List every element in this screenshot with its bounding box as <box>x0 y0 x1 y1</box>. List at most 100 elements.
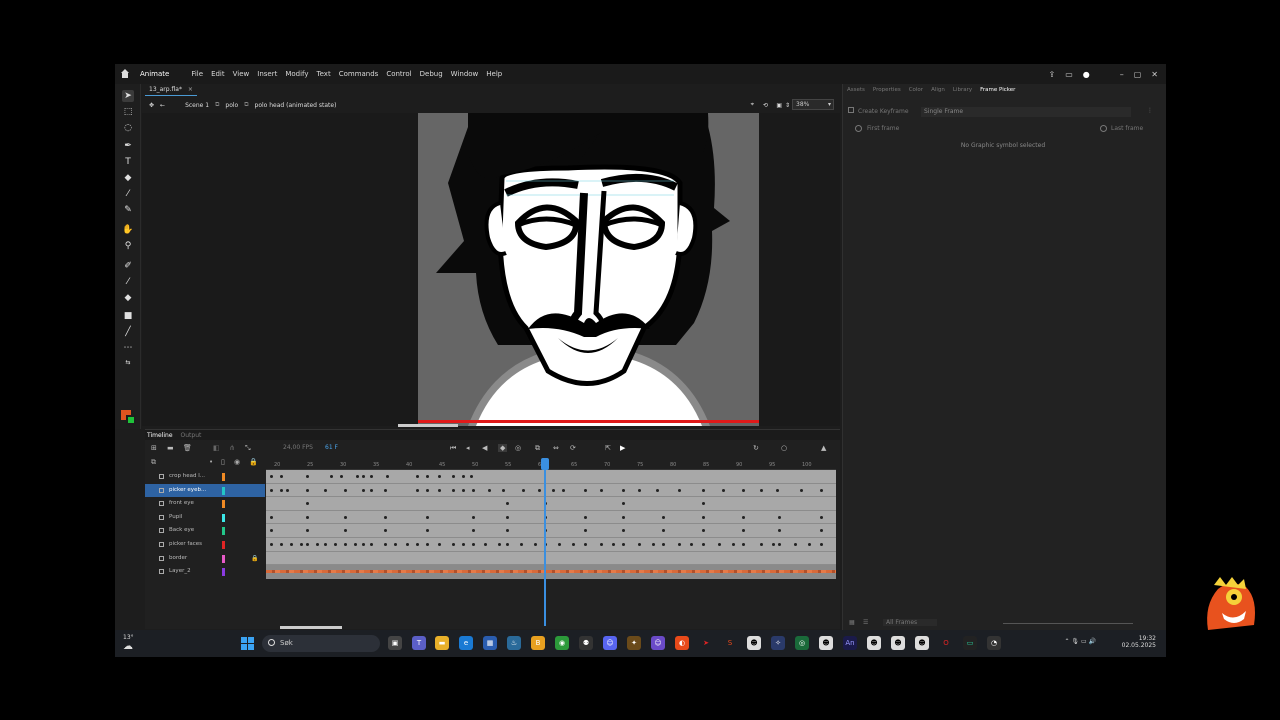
keyframe[interactable] <box>552 488 555 492</box>
parenting-icon[interactable]: ⋔ <box>229 444 235 452</box>
first-frame-radio[interactable] <box>855 125 862 132</box>
new-folder-icon[interactable]: ▬ <box>167 444 174 452</box>
layer-track[interactable] <box>266 470 836 484</box>
timeline-scrollbar[interactable] <box>280 626 342 629</box>
tab-assets[interactable]: Assets <box>847 87 865 93</box>
eyedropper-icon[interactable]: ⁄ <box>122 188 134 200</box>
keyframe[interactable] <box>362 488 365 492</box>
breadcrumb-scene[interactable]: Scene 1 <box>185 102 209 109</box>
keyframe[interactable] <box>538 488 541 492</box>
keyframe[interactable] <box>638 543 641 546</box>
keyframe[interactable] <box>462 488 465 492</box>
keyframe[interactable] <box>290 543 293 546</box>
paint-bucket-icon[interactable]: ◆ <box>122 172 134 184</box>
collapse-icon[interactable]: ▲ <box>821 444 826 452</box>
playhead-handle[interactable] <box>541 458 549 470</box>
keyframe[interactable] <box>652 543 655 546</box>
teams-icon[interactable]: T <box>412 636 426 650</box>
keyframe[interactable] <box>820 543 823 546</box>
system-tray[interactable]: ⌃ 🎙 ▭ 🔊 19:32 02.05.2025 <box>1064 635 1156 649</box>
keyframe[interactable] <box>584 515 587 519</box>
keyframe[interactable] <box>760 488 763 492</box>
keyframe[interactable] <box>426 515 429 519</box>
clip-stage-icon[interactable]: ▣ <box>776 102 782 109</box>
keyframe[interactable] <box>452 543 455 546</box>
keyframe[interactable] <box>384 543 387 546</box>
layer-track[interactable] <box>266 551 836 566</box>
share-icon[interactable]: ⇪ <box>1048 70 1055 79</box>
keyframe[interactable] <box>324 488 327 492</box>
app-icon[interactable]: S <box>723 636 737 650</box>
keyframe[interactable] <box>776 488 779 492</box>
keyframe[interactable] <box>370 475 373 478</box>
keyframe[interactable] <box>800 488 803 492</box>
keyframe[interactable] <box>344 529 347 533</box>
keyframe[interactable] <box>340 475 343 478</box>
keyframe[interactable] <box>426 488 429 492</box>
keyframe[interactable] <box>778 543 781 546</box>
keyframe[interactable] <box>426 543 429 546</box>
keyframe[interactable] <box>662 529 665 533</box>
keyframe[interactable] <box>280 488 283 492</box>
keyframe[interactable] <box>270 515 273 519</box>
insert-keyframe-icon[interactable]: ◆ <box>498 444 508 452</box>
keyframe[interactable] <box>662 543 665 546</box>
play-icon[interactable]: ▶ <box>620 444 625 452</box>
keyframe[interactable] <box>344 515 347 519</box>
keyframe[interactable] <box>306 502 309 506</box>
keyframe[interactable] <box>472 529 475 533</box>
menu-insert[interactable]: Insert <box>253 70 281 78</box>
rotate-stage-icon[interactable]: ⟲ <box>763 102 768 109</box>
keyframe[interactable] <box>584 529 587 533</box>
keyframe[interactable] <box>702 515 705 519</box>
discord-active-icon[interactable]: ☺ <box>651 636 665 650</box>
layer-track[interactable] <box>266 497 836 511</box>
hand-icon[interactable]: ✋ <box>122 224 134 236</box>
layer-track[interactable] <box>266 524 836 538</box>
step-back-icon[interactable]: ◀ <box>482 444 487 452</box>
stage-area[interactable] <box>142 113 867 426</box>
delete-icon[interactable]: 🗑 <box>183 444 192 452</box>
keyframe[interactable] <box>488 488 491 492</box>
app-icon[interactable]: ➤ <box>699 636 713 650</box>
keyframe[interactable] <box>300 543 303 546</box>
keyframe[interactable] <box>506 502 509 506</box>
app-icon[interactable]: ◔ <box>987 636 1001 650</box>
create-keyframe-option[interactable]: Create Keyframe <box>848 107 909 115</box>
tab-properties[interactable]: Properties <box>873 87 901 93</box>
minimize-icon[interactable]: – <box>1120 70 1124 79</box>
taskbar-search[interactable]: Søk <box>262 635 380 652</box>
keyframe[interactable] <box>778 515 781 519</box>
keyframe[interactable] <box>462 475 465 478</box>
keyframe[interactable] <box>820 529 823 533</box>
loop-icon[interactable]: ⇔ <box>553 444 559 452</box>
animate-icon[interactable]: An <box>843 636 857 650</box>
keyframe[interactable] <box>344 543 347 546</box>
tab-library[interactable]: Library <box>953 87 972 93</box>
keyframe[interactable] <box>638 488 641 492</box>
layer-row[interactable]: front eye <box>145 497 265 511</box>
edge-icon[interactable]: e <box>459 636 473 650</box>
frame-ruler[interactable]: 20253035404550556065707580859095100 <box>266 458 836 470</box>
keyframe[interactable] <box>820 515 823 519</box>
keyframe[interactable] <box>386 475 389 478</box>
highlight-icon[interactable]: • <box>209 458 213 466</box>
tab-frame-picker[interactable]: Frame Picker <box>980 87 1015 93</box>
layer-track[interactable] <box>266 538 836 552</box>
tab-color[interactable]: Color <box>909 87 923 93</box>
breadcrumb-state[interactable]: polo head (animated state) <box>255 102 337 109</box>
app-icon[interactable]: ✧ <box>771 636 785 650</box>
keyframe[interactable] <box>702 502 705 506</box>
keyframe[interactable] <box>426 529 429 533</box>
keyframe[interactable] <box>472 543 475 546</box>
keyframe[interactable] <box>280 543 283 546</box>
menu-edit[interactable]: Edit <box>207 70 229 78</box>
keyframe[interactable] <box>622 529 625 533</box>
keyframe[interactable] <box>384 529 387 533</box>
keyframe[interactable] <box>600 488 603 492</box>
chrome-icon[interactable]: ◉ <box>555 636 569 650</box>
keyframe[interactable] <box>678 543 681 546</box>
keyframe[interactable] <box>498 543 501 546</box>
tab-timeline[interactable]: Timeline <box>147 432 173 439</box>
layer-track[interactable] <box>266 510 836 525</box>
